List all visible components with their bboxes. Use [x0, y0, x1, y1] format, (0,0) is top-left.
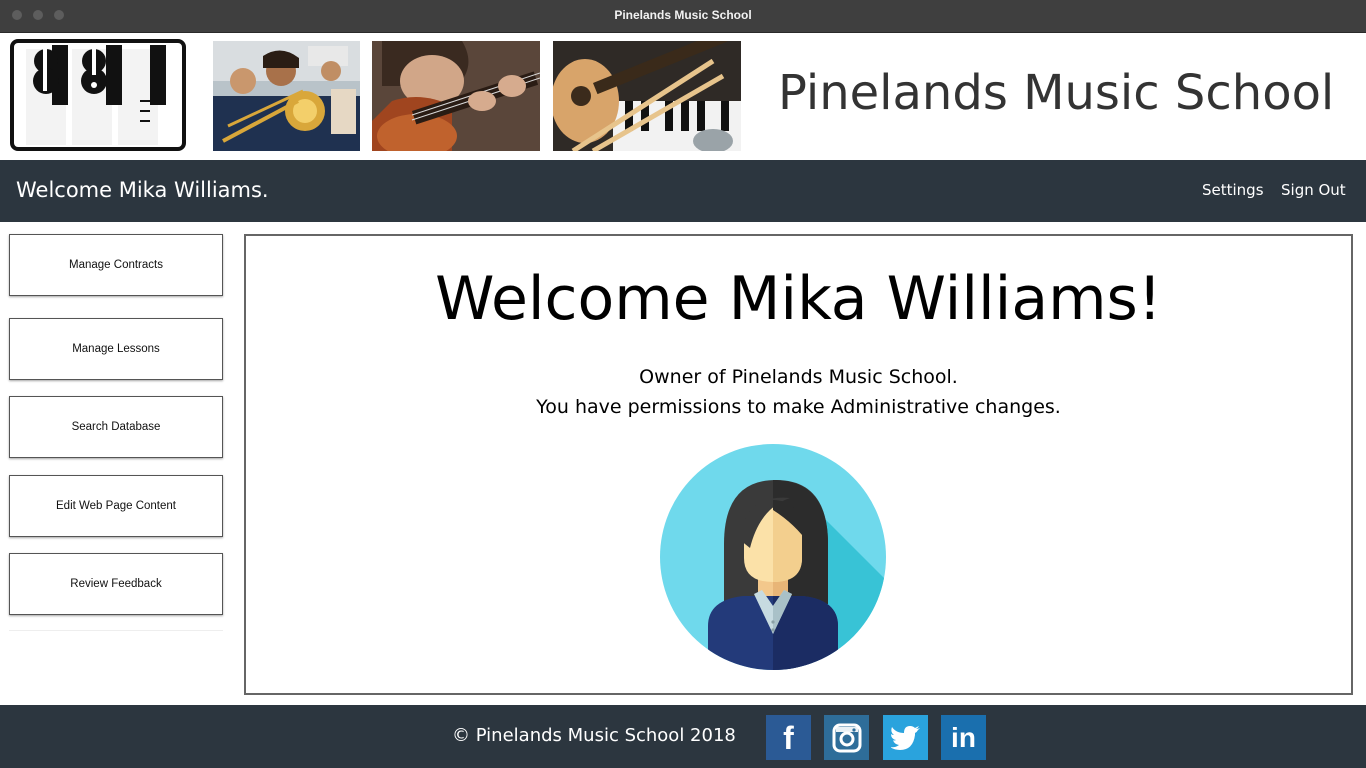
top-navbar: Welcome Mika Williams. Settings Sign Out: [0, 160, 1366, 222]
site-footer: © Pinelands Music School 2018 f in: [0, 705, 1366, 768]
review-feedback-button[interactable]: Review Feedback: [9, 553, 223, 615]
main-content-panel: Welcome Mika Williams! Owner of Pineland…: [244, 234, 1353, 695]
sidebar-item-label: Manage Contracts: [69, 259, 163, 271]
settings-link[interactable]: Settings: [1202, 181, 1264, 199]
banner-photo-trombone: [213, 41, 360, 151]
instagram-icon[interactable]: [824, 715, 869, 760]
owner-role-text: Owner of Pinelands Music School.: [639, 366, 958, 388]
sidebar-item-label: Edit Web Page Content: [56, 500, 176, 512]
sidebar-item-label: Manage Lessons: [72, 343, 160, 355]
banner-photo-ukulele-piano: [553, 41, 741, 151]
window-title: Pinelands Music School: [614, 8, 752, 22]
manage-contracts-button[interactable]: Manage Contracts: [9, 234, 223, 296]
site-banner: Pinelands Music School: [0, 33, 1366, 160]
linkedin-icon[interactable]: in: [941, 715, 986, 760]
facebook-icon[interactable]: f: [766, 715, 811, 760]
copyright-text: © Pinelands Music School 2018: [452, 725, 736, 746]
window-titlebar: Pinelands Music School: [0, 0, 1366, 33]
permissions-text: You have permissions to make Administrat…: [536, 396, 1061, 418]
user-avatar: [660, 444, 886, 670]
sign-out-link[interactable]: Sign Out: [1281, 181, 1346, 199]
manage-lessons-button[interactable]: Manage Lessons: [9, 318, 223, 380]
navbar-welcome-text: Welcome Mika Williams.: [16, 178, 269, 202]
site-title: Pinelands Music School: [778, 65, 1335, 121]
banner-photo-guitar: [372, 41, 540, 151]
welcome-heading: Welcome Mika Williams!: [435, 264, 1162, 334]
sidebar-item-label: Review Feedback: [70, 578, 162, 590]
edit-web-page-content-button[interactable]: Edit Web Page Content: [9, 475, 223, 537]
search-database-button[interactable]: Search Database: [9, 396, 223, 458]
school-logo: [10, 39, 186, 151]
sidebar-item-label: Search Database: [71, 421, 161, 433]
twitter-icon[interactable]: [883, 715, 928, 760]
sidebar-divider: [9, 630, 223, 631]
